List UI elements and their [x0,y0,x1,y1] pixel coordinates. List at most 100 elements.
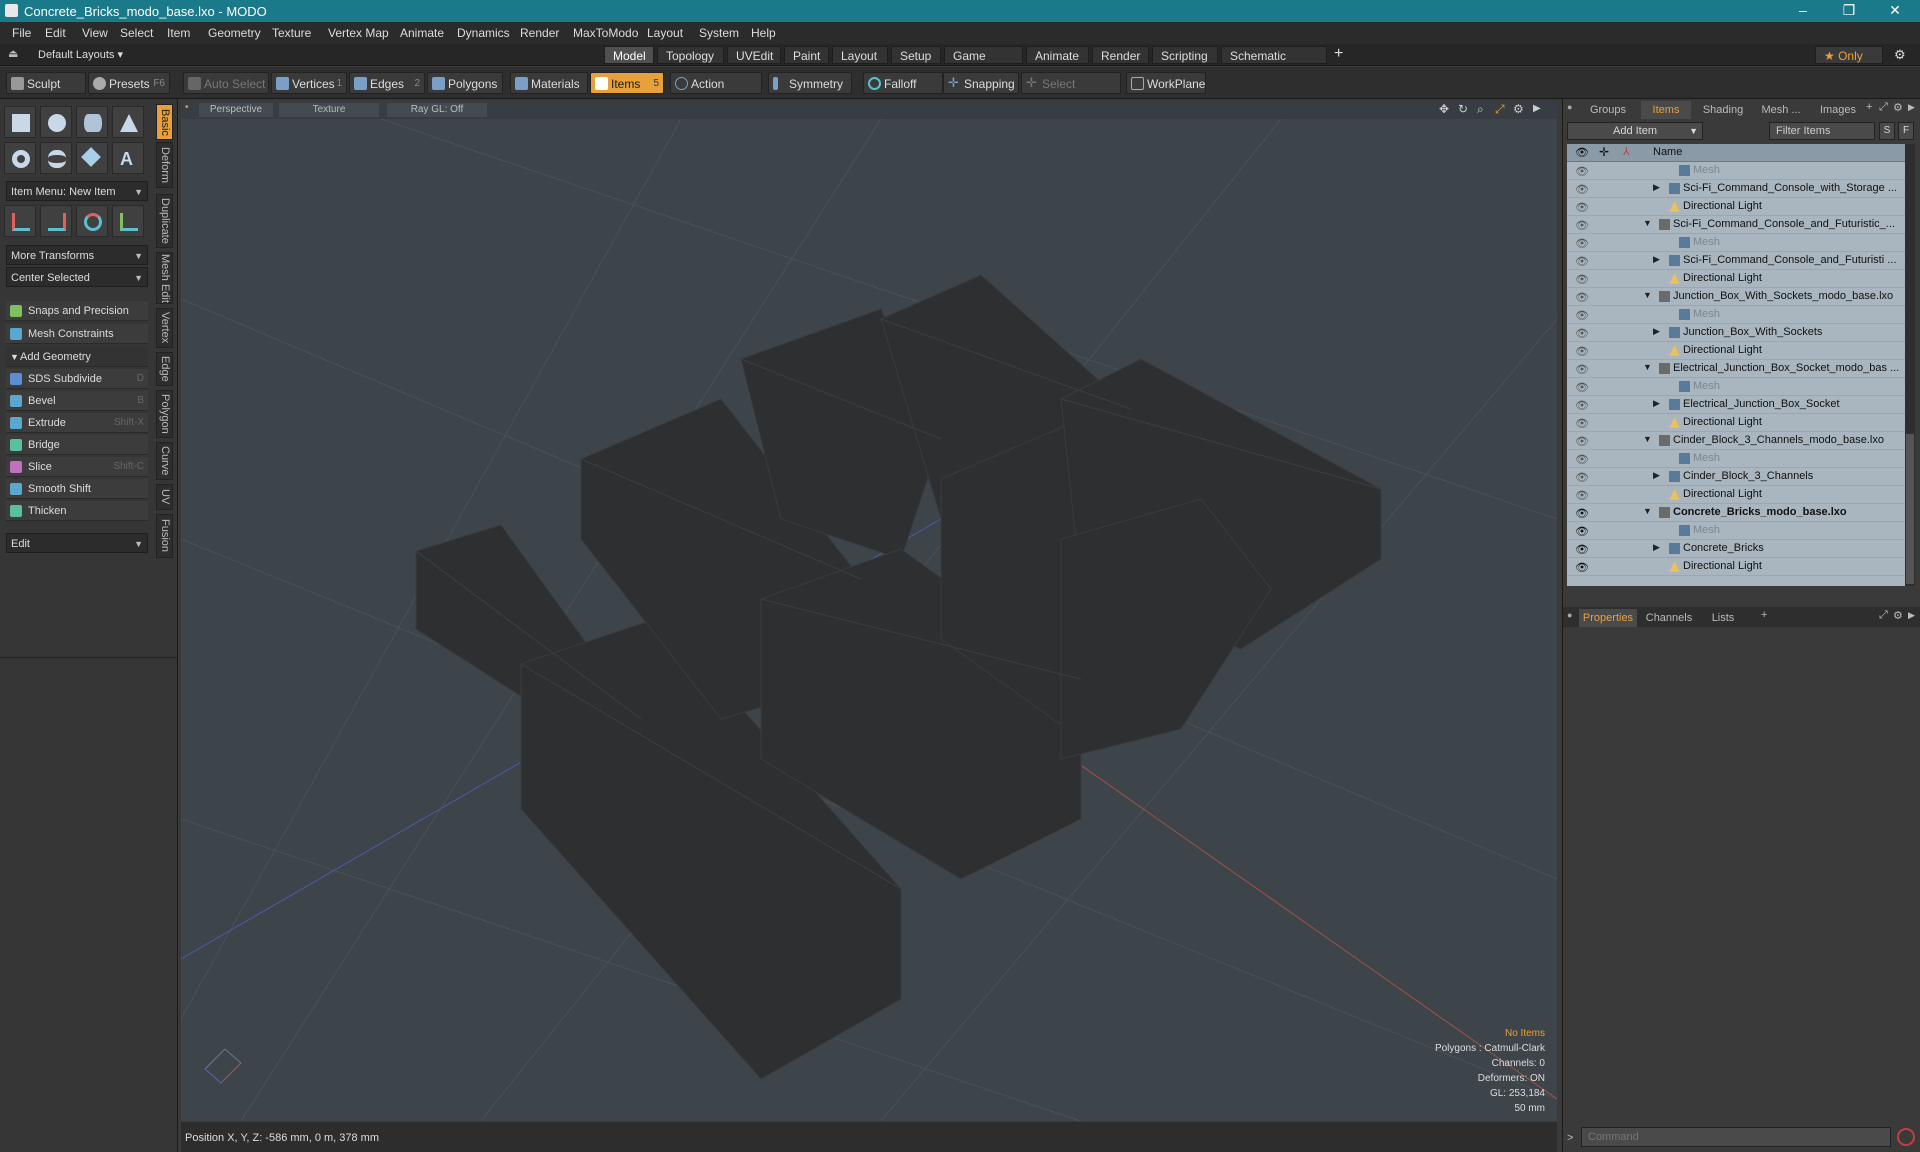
visibility-eye-icon[interactable]: 👁 [1575,381,1589,394]
visibility-eye-icon[interactable]: 👁 [1575,489,1589,502]
add-layout-tab-button[interactable]: + [1334,45,1343,63]
tree-row[interactable]: 👁 Mesh [1567,450,1905,468]
visibility-column-icon[interactable]: 👁 [1575,146,1589,159]
gear-icon[interactable]: ⚙ [1894,47,1906,63]
edges-button[interactable]: Edges 2 [349,72,425,94]
smooth-shift-button[interactable]: Smooth Shift [6,479,148,499]
visibility-eye-icon[interactable]: 👁 [1575,255,1589,268]
cube-button[interactable] [4,106,36,138]
render-column-icon[interactable]: ⅄ [1623,145,1630,158]
layout-toggle-icon[interactable]: ⏏ [8,47,18,60]
tree-row[interactable]: 👁 ▶ Sci-Fi_Command_Console_with_Storage ..… [1567,180,1905,198]
maximize-button[interactable]: ❐ [1826,0,1872,22]
tree-row[interactable]: 👁 ▼ Concrete_Bricks_modo_base.lxo [1567,504,1905,522]
tree-row[interactable]: 👁 Directional Light [1567,342,1905,360]
visibility-eye-icon[interactable]: 👁 [1575,471,1589,484]
visibility-eye-icon[interactable]: 👁 [1575,417,1589,430]
menu-dynamics[interactable]: Dynamics [457,26,510,40]
scrollbar-thumb[interactable] [1906,434,1914,584]
panel-maximize-icon[interactable]: ⤢ [1879,101,1888,114]
vtab-duplicate[interactable]: Duplicate [156,194,173,248]
rotate-tool-button[interactable] [40,205,72,237]
3d-viewport[interactable]: • Perspective Texture Ray GL: Off ✥ ↻ ⌕ … [181,101,1557,1121]
menu-edit[interactable]: Edit [45,26,66,40]
add-geometry-header[interactable]: ▼ Add Geometry [6,347,148,367]
sculpt-button[interactable]: Sculpt [6,72,86,94]
tree-row[interactable]: 👁 Directional Light [1567,486,1905,504]
workplane-button[interactable]: WorkPlane [1126,72,1206,94]
tab-model[interactable]: Model [604,46,654,64]
slice-button[interactable]: Slice Shift-C [6,457,148,477]
menu-animate[interactable]: Animate [400,26,444,40]
menu-help[interactable]: Help [751,26,776,40]
visibility-eye-icon[interactable]: 👁 [1575,543,1589,556]
action-center-button[interactable]: Action Center [670,72,762,113]
menu-vertex-map[interactable]: Vertex Map [328,26,389,40]
visibility-eye-icon[interactable]: 👁 [1575,399,1589,412]
menu-file[interactable]: File [12,26,31,40]
menu-item[interactable]: Item [167,26,190,40]
tube-button[interactable] [40,142,72,174]
visibility-eye-icon[interactable]: 👁 [1575,435,1589,448]
tree-row[interactable]: 👁 Mesh [1567,306,1905,324]
expand-arrow-icon[interactable]: ▶ [1653,398,1660,409]
mesh-constraints-button[interactable]: Mesh Constraints [6,324,148,344]
thicken-button[interactable]: Thicken [6,501,148,521]
maximize-viewport-icon[interactable]: ⤢ [1495,102,1505,117]
tab-layout[interactable]: Layout [832,46,888,64]
expand-arrow-icon[interactable]: ▶ [1653,182,1660,193]
visibility-eye-icon[interactable]: 👁 [1575,309,1589,322]
menu-geometry[interactable]: Geometry [208,26,261,40]
tab-game-tools[interactable]: Game Tools [944,46,1023,81]
tab-images[interactable]: Images [1813,101,1863,119]
extrude-button[interactable]: Extrude Shift-X [6,413,148,433]
rotate-view-icon[interactable]: ↻ [1458,102,1468,116]
vtab-vertex[interactable]: Vertex [156,308,173,348]
tree-row[interactable]: 👁 Directional Light [1567,558,1905,576]
panel-expand-icon[interactable]: ▶ [1908,610,1915,621]
lock-column-icon[interactable]: ✛ [1599,145,1609,159]
pan-icon[interactable]: ✥ [1439,102,1449,116]
concrete-bricks-mesh[interactable] [415,274,1382,1080]
shading-dropdown[interactable]: Texture [279,103,379,117]
bevel-button[interactable]: Bevel B [6,391,148,411]
menu-layout[interactable]: Layout [647,26,683,40]
close-button[interactable]: ✕ [1872,0,1918,22]
items-button[interactable]: Items 5 [590,72,664,94]
visibility-eye-icon[interactable]: 👁 [1575,291,1589,304]
collapse-arrow-icon[interactable]: ▼ [1643,362,1652,372]
presets-button[interactable]: Presets F6 [88,72,170,94]
tree-row[interactable]: 👁 Directional Light [1567,414,1905,432]
cone-button[interactable] [112,106,144,138]
tab-lists[interactable]: Lists [1701,609,1745,627]
tab-shading[interactable]: Shading [1695,101,1751,119]
scale-tool-button[interactable] [76,205,108,237]
expand-arrow-icon[interactable]: ▶ [1653,254,1660,265]
visibility-eye-icon[interactable]: 👁 [1575,453,1589,466]
panel-expand-icon[interactable]: ▶ [1908,102,1915,113]
tree-row[interactable]: 👁 ▼ Junction_Box_With_Sockets_modo_base.lx… [1567,288,1905,306]
menu-view[interactable]: View [82,26,108,40]
panel-menu-icon[interactable]: ● [1567,610,1572,620]
tree-row[interactable]: 👁 Directional Light [1567,198,1905,216]
text-tool-button[interactable]: A [112,142,144,174]
tab-paint[interactable]: Paint [784,46,829,64]
add-tab-icon[interactable]: + [1866,101,1872,113]
tree-row[interactable]: 👁 ▶ Sci-Fi_Command_Console_and_Futuristi .… [1567,252,1905,270]
tree-row[interactable]: 👁 Directional Light [1567,270,1905,288]
vtab-curve[interactable]: Curve [156,442,173,480]
vtab-fusion[interactable]: Fusion [156,514,173,558]
tree-scrollbar[interactable] [1905,144,1915,586]
panel-settings-icon[interactable]: ⚙ [1893,609,1903,622]
edit-dropdown[interactable]: Edit ▼ [6,533,148,553]
vtab-mesh-edit[interactable]: Mesh Edit [156,252,173,304]
tab-schematic-fusion[interactable]: Schematic Fusion [1221,46,1327,81]
add-tab-icon[interactable]: + [1761,609,1767,621]
sphere-button[interactable] [40,106,72,138]
viewport-expand-icon[interactable]: ▶ [1533,103,1541,114]
expand-arrow-icon[interactable]: ▶ [1653,470,1660,481]
pen-button[interactable] [76,142,108,174]
snapping-button[interactable]: ✛ Snapping [943,72,1019,94]
visibility-eye-icon[interactable]: 👁 [1575,183,1589,196]
tree-row[interactable]: 👁 Mesh [1567,234,1905,252]
